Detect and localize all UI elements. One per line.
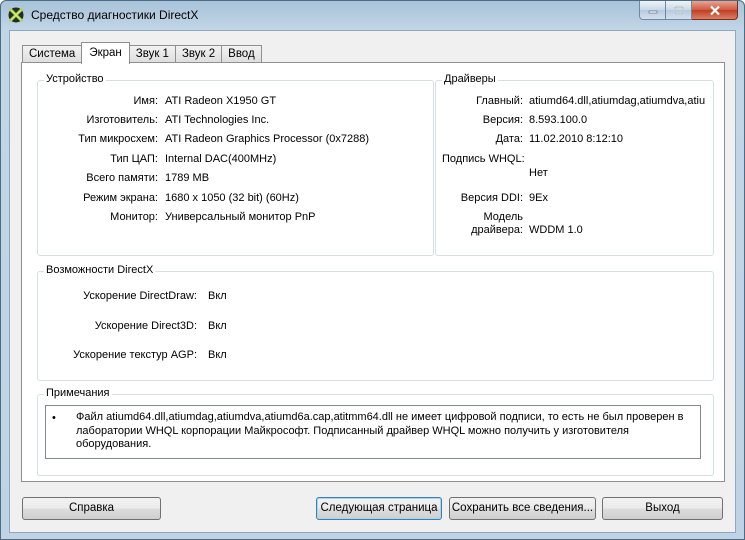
driver-label-model-1: Модель — [483, 211, 523, 223]
notes-bullet: • — [52, 412, 56, 424]
device-row-display-mode: Режим экрана: 1680 x 1050 (32 bit) (60Hz… — [38, 192, 428, 206]
driver-row-model: Модель драйвера: WDDM 1.0 — [436, 211, 706, 239]
feature-row-directdraw: Ускорение DirectDraw: Вкл — [38, 290, 338, 304]
close-icon — [709, 5, 720, 15]
driver-label-main: Главный: — [476, 95, 523, 107]
device-label-monitor: Монитор: — [110, 211, 158, 223]
device-group-title: Устройство — [44, 73, 106, 85]
driver-value-date: 11.02.2010 8:12:10 — [529, 133, 623, 145]
directx-features-title: Возможности DirectX — [44, 264, 156, 276]
device-row-name: Имя: ATI Radeon X1950 GT — [38, 95, 428, 109]
driver-label-ddi: Версия DDI: — [460, 192, 523, 204]
driver-row-whql: Подпись WHQL: Нет — [436, 153, 706, 185]
driver-label-whql: Подпись WHQL: — [442, 153, 525, 165]
minimize-icon — [648, 10, 657, 14]
tab-display[interactable]: Экран — [81, 42, 130, 64]
device-row-manufacturer: Изготовитель: ATI Technologies Inc. — [38, 114, 428, 128]
drivers-group: Драйверы Главный: atiumd64.dll,atiumdag,… — [435, 73, 714, 256]
help-button[interactable]: Справка — [22, 497, 161, 520]
feature-label-directdraw: Ускорение DirectDraw: — [83, 290, 197, 302]
driver-value-main: atiumd64.dll,atiumdag,atiumdva,atiu — [529, 95, 706, 107]
maximize-icon — [673, 5, 684, 15]
notes-group: Примечания • Файл atiumd64.dll,atiumdag,… — [37, 387, 714, 476]
window-client: Система Экран Звук 1 Звук 2 Ввод Устройс… — [9, 30, 736, 533]
feature-label-agp: Ускорение текстур AGP: — [73, 349, 197, 361]
device-value-display-mode: 1680 x 1050 (32 bit) (60Hz) — [165, 192, 299, 204]
device-label-name: Имя: — [133, 95, 158, 107]
dxdiag-window: Средство диагностики DirectX Система Экр… — [0, 0, 745, 540]
close-button[interactable] — [692, 1, 738, 20]
title-bar[interactable]: Средство диагностики DirectX — [1, 1, 744, 29]
driver-row-date: Дата: 11.02.2010 8:12:10 — [436, 133, 706, 147]
feature-row-agp: Ускорение текстур AGP: Вкл — [38, 349, 338, 363]
directx-icon — [8, 7, 24, 23]
device-label-dac-type: Тип ЦАП: — [110, 153, 158, 165]
device-row-monitor: Монитор: Универсальный монитор PnP — [38, 211, 428, 225]
device-row-chip-type: Тип микросхем: ATI Radeon Graphics Proce… — [38, 133, 428, 147]
drivers-group-title: Драйверы — [442, 73, 498, 85]
feature-value-direct3d: Вкл — [208, 320, 227, 332]
feature-row-direct3d: Ускорение Direct3D: Вкл — [38, 320, 338, 334]
minimize-button[interactable] — [639, 1, 666, 20]
device-label-manufacturer: Изготовитель: — [86, 114, 159, 126]
device-value-chip-type: ATI Radeon Graphics Processor (0x7288) — [165, 133, 369, 145]
driver-value-model: WDDM 1.0 — [529, 224, 583, 236]
driver-label-version: Версия: — [482, 114, 523, 126]
driver-value-whql: Нет — [529, 167, 548, 179]
tab-strip: Система Экран Звук 1 Звук 2 Ввод — [22, 42, 262, 64]
device-value-dac-type: Internal DAC(400MHz) — [165, 153, 277, 165]
device-value-manufacturer: ATI Technologies Inc. — [165, 114, 270, 126]
device-group: Устройство Имя: ATI Radeon X1950 GT Изго… — [37, 73, 434, 256]
driver-label-date: Дата: — [495, 133, 523, 145]
device-label-chip-type: Тип микросхем: — [78, 133, 158, 145]
notes-text: Файл atiumd64.dll,atiumdag,atiumdva,atiu… — [76, 411, 696, 452]
driver-row-version: Версия: 8.593.100.0 — [436, 114, 706, 128]
tab-panel-display: Устройство Имя: ATI Radeon X1950 GT Изго… — [21, 62, 725, 482]
device-label-memory: Всего памяти: — [86, 172, 158, 184]
exit-button[interactable]: Выход — [602, 497, 723, 520]
device-row-memory: Всего памяти: 1789 MB — [38, 172, 428, 186]
driver-label-model-2: драйвера: — [471, 224, 523, 236]
caption-buttons — [639, 1, 738, 21]
save-all-info-button[interactable]: Сохранить все сведения... — [449, 497, 596, 520]
notes-line-1: Файл atiumd64.dll,atiumdag,atiumdva,atiu… — [76, 411, 684, 423]
window-title: Средство диагностики DirectX — [31, 8, 199, 22]
maximize-button[interactable] — [666, 1, 692, 20]
feature-value-directdraw: Вкл — [208, 290, 227, 302]
device-value-monitor: Универсальный монитор PnP — [165, 211, 316, 223]
device-label-display-mode: Режим экрана: — [83, 192, 158, 204]
notes-line-2: лаборатории WHQL корпорации Майкрософт. … — [76, 424, 629, 437]
notes-group-title: Примечания — [44, 387, 112, 399]
notes-line-3: оборудования. — [76, 438, 152, 450]
driver-row-ddi: Версия DDI: 9Ex — [436, 192, 706, 206]
driver-row-main: Главный: atiumd64.dll,atiumdag,atiumdva,… — [436, 95, 706, 109]
device-row-dac-type: Тип ЦАП: Internal DAC(400MHz) — [38, 153, 428, 167]
device-value-memory: 1789 MB — [165, 172, 210, 184]
driver-value-ddi: 9Ex — [529, 192, 548, 204]
driver-value-version: 8.593.100.0 — [529, 114, 588, 126]
feature-label-direct3d: Ускорение Direct3D: — [94, 320, 197, 332]
next-page-button[interactable]: Следующая страница — [316, 497, 442, 520]
feature-value-agp: Вкл — [208, 349, 227, 361]
notes-textbox[interactable]: • Файл atiumd64.dll,atiumdag,atiumdva,at… — [45, 405, 701, 459]
directx-features-group: Возможности DirectX Ускорение DirectDraw… — [37, 264, 714, 381]
device-value-name: ATI Radeon X1950 GT — [165, 95, 277, 107]
